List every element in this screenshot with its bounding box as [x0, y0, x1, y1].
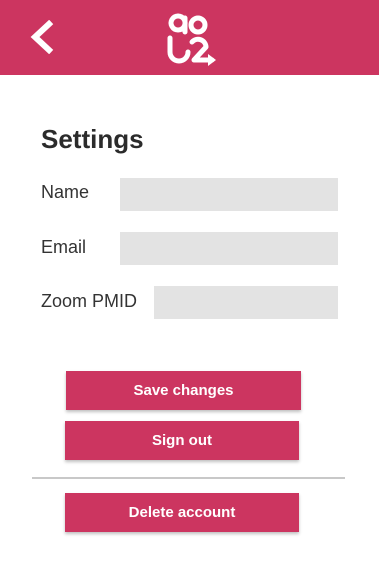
email-label: Email — [41, 237, 87, 257]
page-title: Settings — [41, 124, 144, 154]
settings-screen: Settings Name Email Zoom PMID Save chang… — [0, 0, 379, 573]
email-field[interactable] — [120, 232, 338, 265]
divider — [32, 477, 345, 479]
name-field[interactable] — [120, 178, 338, 211]
zoom-pmid-field[interactable] — [154, 286, 338, 319]
name-label: Name — [41, 182, 90, 202]
delete-account-button[interactable]: Delete account — [65, 493, 299, 532]
back-button[interactable] — [24, 18, 58, 56]
save-changes-button[interactable]: Save changes — [66, 371, 301, 410]
app-header — [0, 0, 379, 75]
go2-logo-icon — [167, 13, 216, 66]
zoom-pmid-label: Zoom PMID — [41, 291, 138, 311]
chevron-left-icon — [30, 20, 54, 54]
sign-out-button[interactable]: Sign out — [65, 421, 299, 460]
